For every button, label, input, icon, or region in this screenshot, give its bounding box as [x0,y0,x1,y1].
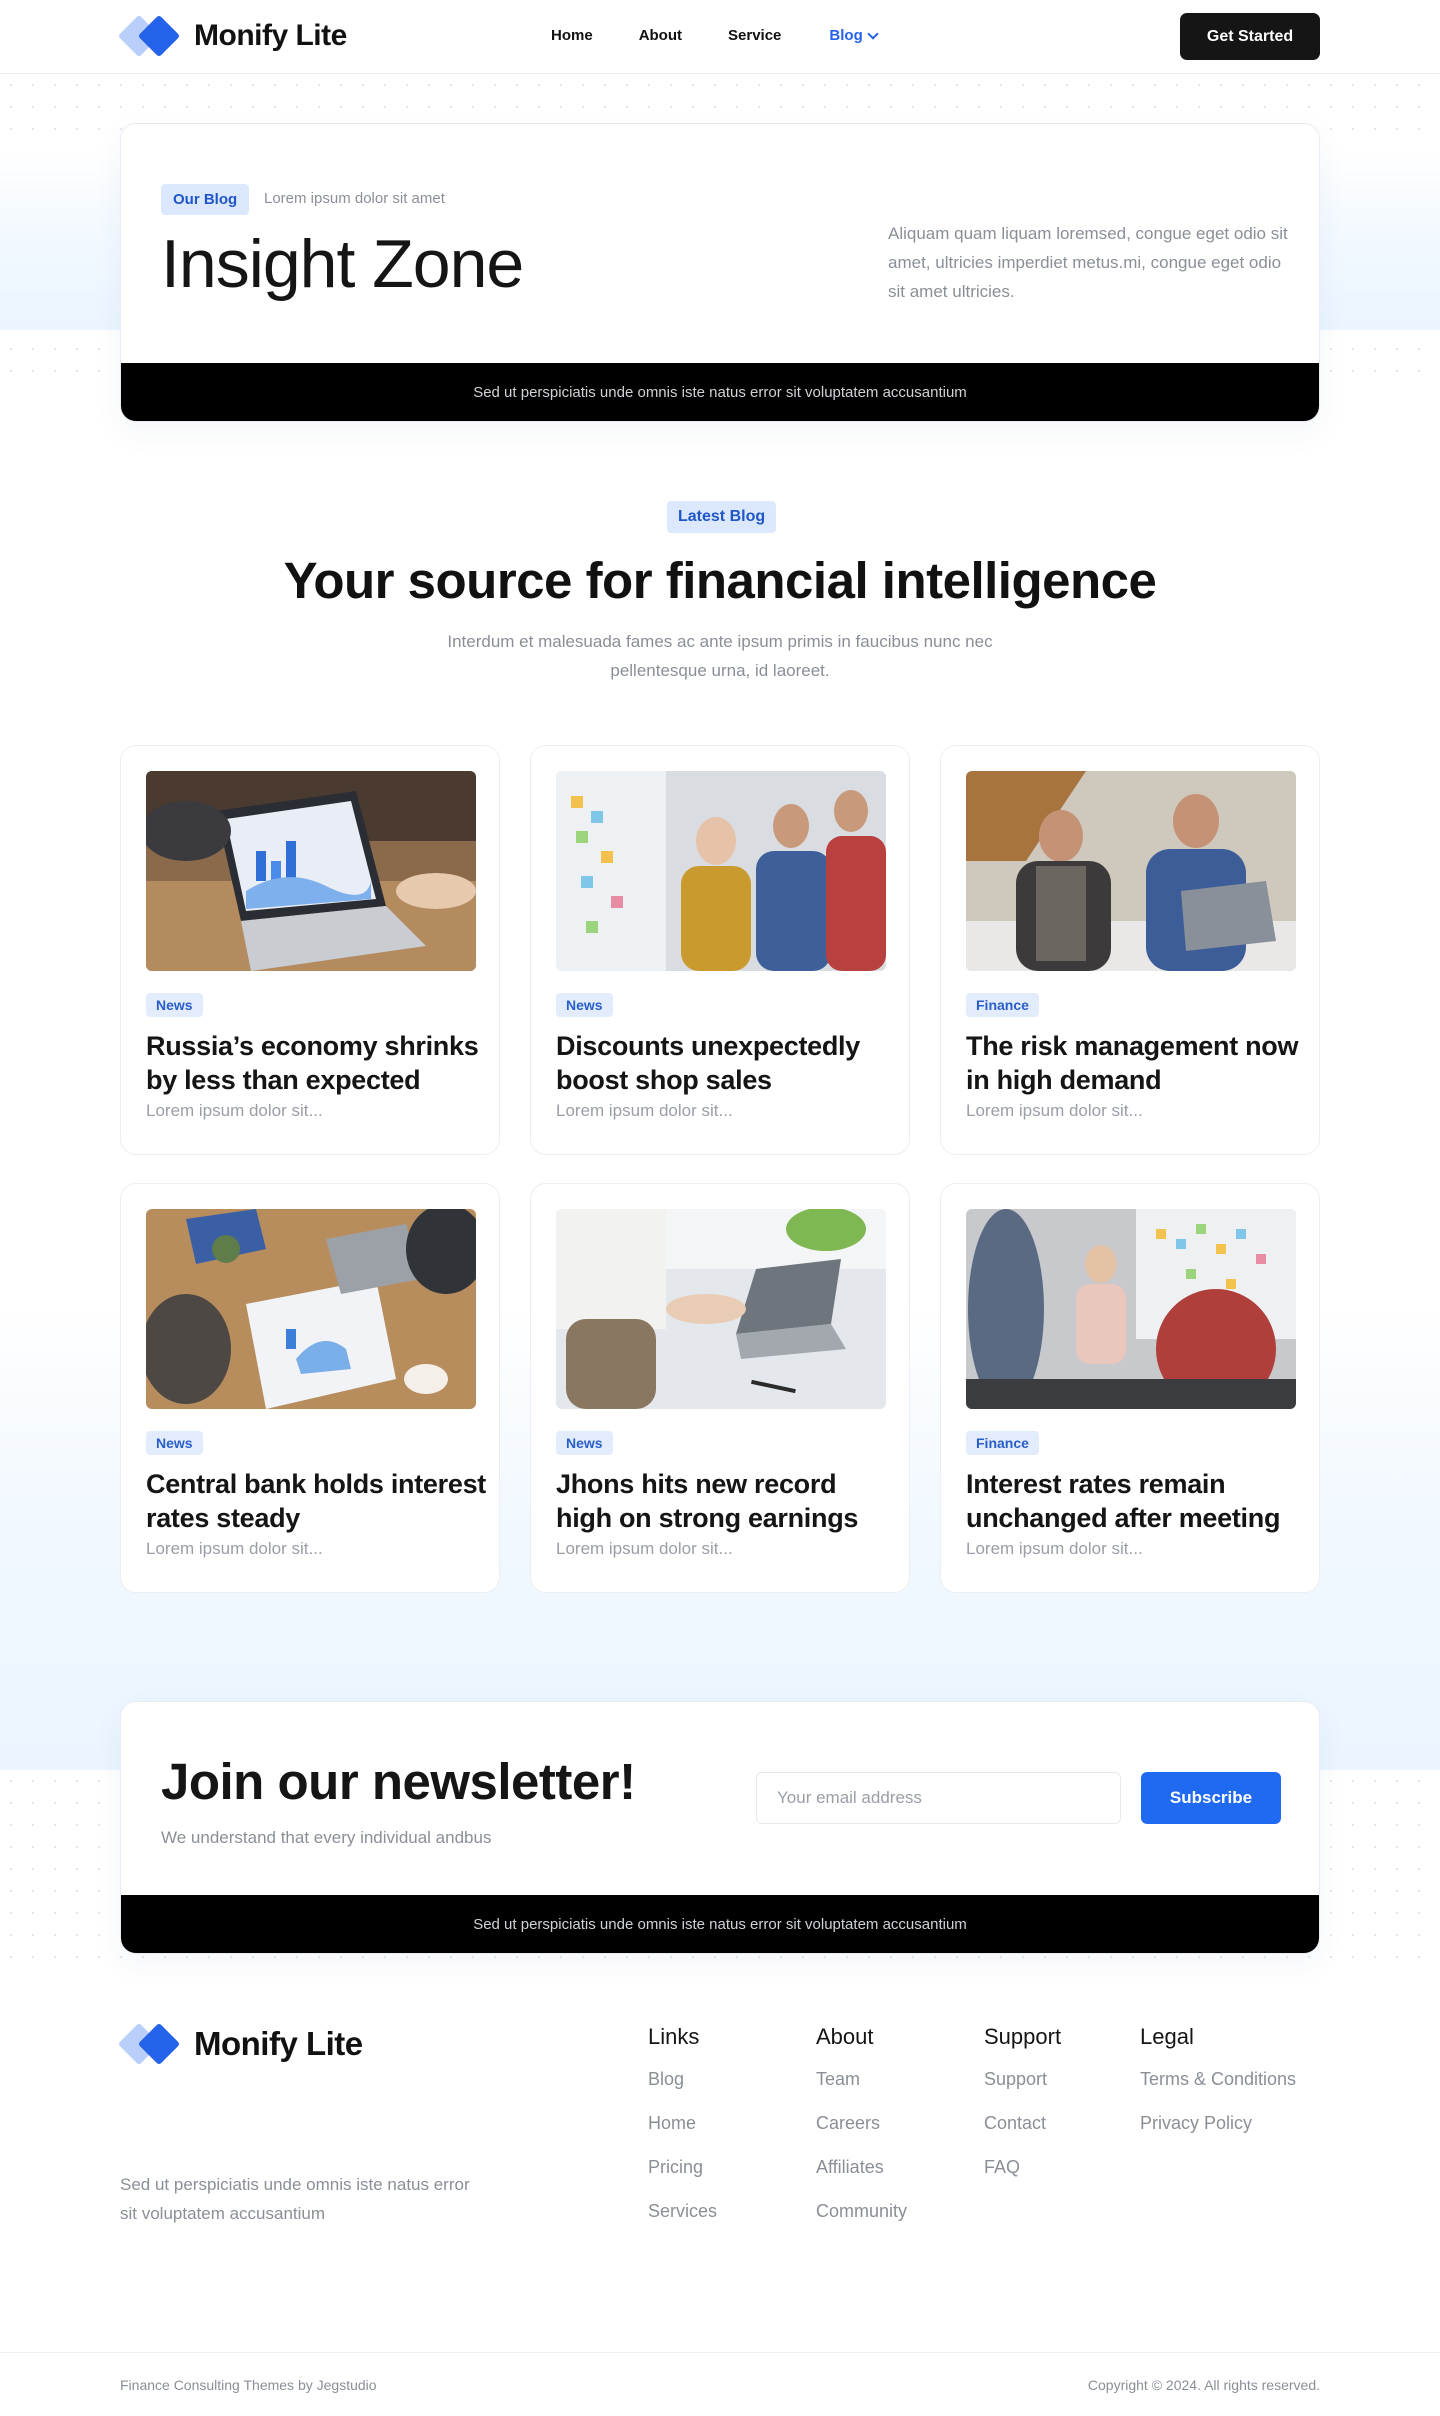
footer-link[interactable]: Affiliates [816,2156,907,2200]
footer-link[interactable]: Services [648,2200,717,2244]
nav-link-blog-label: Blog [829,27,863,44]
subscribe-button[interactable]: Subscribe [1141,1772,1281,1824]
nav-link-home[interactable]: Home [551,27,593,44]
footer-divider [0,2352,1440,2353]
blog-card-excerpt: Lorem ipsum dolor sit... [966,1101,1143,1120]
footer-column-legal: Legal Terms & Conditions Privacy Policy [1140,2024,1296,2156]
footer-link[interactable]: Community [816,2200,907,2244]
brand-name: Monify Lite [194,19,347,52]
footer-link[interactable]: Support [984,2068,1061,2112]
blog-card-title[interactable]: The risk management now in high demand [966,1029,1306,1097]
footer-brand-name: Monify Lite [194,2025,363,2062]
footer-copyright: Copyright © 2024. All rights reserved. [1087,2377,1320,2393]
hero-subtag: Lorem ipsum dolor sit amet [264,190,445,207]
page-title: Insight Zone [161,226,524,302]
category-badge: News [556,993,613,1017]
footer-link[interactable]: Home [648,2112,717,2156]
blog-card-excerpt: Lorem ipsum dolor sit... [556,1101,733,1120]
footer-link[interactable]: Terms & Conditions [1140,2068,1296,2112]
blog-card[interactable]: Finance Interest rates remain unchanged … [940,1183,1320,1593]
blog-card-excerpt: Lorem ipsum dolor sit... [966,1539,1143,1558]
blog-card-image [966,1209,1296,1409]
top-navbar: Monify Lite Home About Service Blog Get … [0,0,1440,74]
footer-link[interactable]: FAQ [984,2156,1061,2200]
footer-description: Sed ut perspiciatis unde omnis iste natu… [120,2175,470,2223]
blog-card-excerpt: Lorem ipsum dolor sit... [146,1539,323,1558]
email-field[interactable] [756,1772,1121,1824]
footer-column-heading: Legal [1140,2024,1194,2049]
category-badge: News [146,1431,203,1455]
brand-logo-link[interactable]: Monify Lite [117,14,347,58]
footer-link[interactable]: Privacy Policy [1140,2112,1296,2156]
category-badge: News [556,1431,613,1455]
category-badge: Finance [966,1431,1039,1455]
footer-column-heading: Links [648,2024,700,2049]
blog-card-image [966,771,1296,971]
hero-tag-badge: Our Blog [161,184,250,215]
blog-card-excerpt: Lorem ipsum dolor sit... [146,1101,323,1120]
newsletter-card: Join our newsletter! We understand that … [120,1701,1320,1954]
blog-card[interactable]: News Discounts unexpectedly boost shop s… [530,745,910,1155]
chevron-down-icon [867,27,879,40]
latest-blog-badge: Latest Blog [667,501,777,533]
blog-card[interactable]: News Jhons hits new record high on stron… [530,1183,910,1593]
blog-card-image [146,771,476,971]
nav-link-service[interactable]: Service [728,27,781,44]
footer-column-heading: About [816,2024,874,2049]
hero-description: Aliquam quam liquam loremsed, congue ege… [888,224,1288,301]
category-badge: Finance [966,993,1039,1017]
blog-card-title[interactable]: Discounts unexpectedly boost shop sales [556,1029,896,1097]
hero-card: Our Blog Lorem ipsum dolor sit amet Insi… [120,123,1320,422]
hero-announcement-bar: Sed ut perspiciatis unde omnis iste natu… [121,363,1319,421]
footer-column-heading: Support [984,2024,1062,2049]
blog-card-image [146,1209,476,1409]
blog-card-image [556,1209,886,1409]
diamond-logo-icon [117,14,182,58]
newsletter-announcement-bar: Sed ut perspiciatis unde omnis iste natu… [121,1895,1319,1953]
footer-column-about: About Team Careers Affiliates Community [816,2024,907,2244]
diamond-logo-icon [117,2022,182,2066]
nav-link-blog[interactable]: Blog [829,27,879,44]
newsletter-subtitle: We understand that every individual andb… [161,1828,492,1847]
footer-column-support: Support Support Contact FAQ [984,2024,1061,2200]
get-started-button[interactable]: Get Started [1180,13,1320,60]
footer-column-links: Links Blog Home Pricing Services [648,2024,717,2244]
footer-brand[interactable]: Monify Lite [117,2022,363,2066]
category-badge: News [146,993,203,1017]
section-title: Your source for financial intelligence [283,552,1157,609]
blog-card-excerpt: Lorem ipsum dolor sit... [556,1539,733,1558]
blog-card-title[interactable]: Central bank holds interest rates steady [146,1467,486,1535]
section-description: Interdum et malesuada fames ac ante ipsu… [447,632,993,680]
blog-card[interactable]: Finance The risk management now in high … [940,745,1320,1155]
blog-card-title[interactable]: Interest rates remain unchanged after me… [966,1467,1306,1535]
footer-credit[interactable]: Finance Consulting Themes by Jegstudio [120,2377,377,2393]
blog-card-image [556,771,886,971]
footer-link[interactable]: Contact [984,2112,1061,2156]
newsletter-title: Join our newsletter! [161,1753,636,1810]
footer-link[interactable]: Team [816,2068,907,2112]
footer-link[interactable]: Pricing [648,2156,717,2200]
blog-card[interactable]: News Central bank holds interest rates s… [120,1183,500,1593]
blog-card[interactable]: News Russia’s economy shrinks by less th… [120,745,500,1155]
main-menu: Home About Service Blog [551,27,879,44]
blog-card-title[interactable]: Russia’s economy shrinks by less than ex… [146,1029,486,1097]
footer-link[interactable]: Careers [816,2112,907,2156]
footer-link[interactable]: Blog [648,2068,717,2112]
nav-link-about[interactable]: About [639,27,682,44]
blog-card-title[interactable]: Jhons hits new record high on strong ear… [556,1467,896,1535]
